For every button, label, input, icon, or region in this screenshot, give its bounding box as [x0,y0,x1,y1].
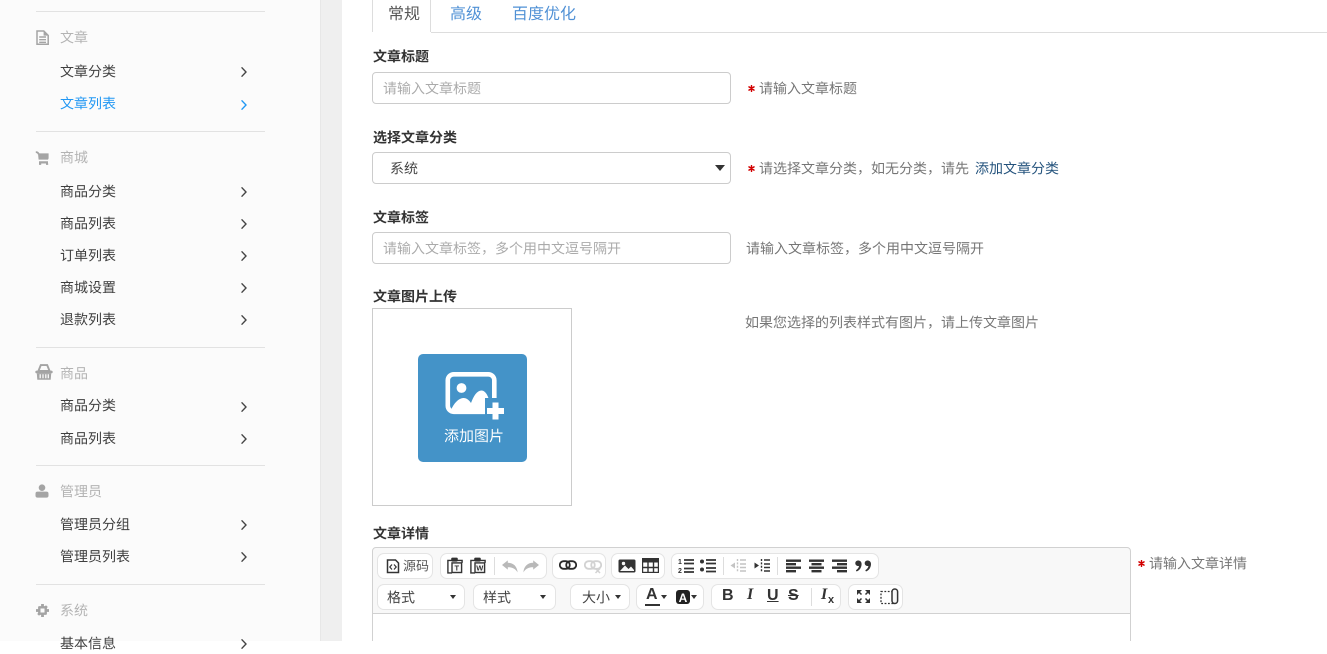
svg-text:W: W [476,563,484,572]
svg-text:T: T [455,563,460,572]
svg-text:1: 1 [678,559,682,566]
svg-text:2: 2 [678,568,682,573]
